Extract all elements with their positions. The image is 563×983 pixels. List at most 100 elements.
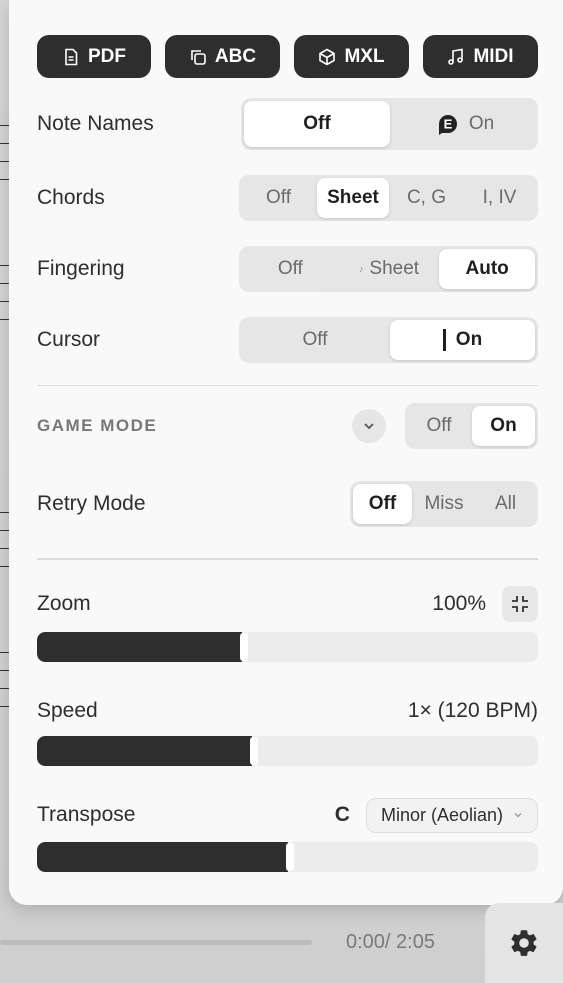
chevron-down-icon <box>514 813 522 818</box>
note-names-label: Note Names <box>37 112 154 135</box>
chevron-down-icon <box>364 423 374 430</box>
chords-letters-option[interactable]: C, G <box>391 178 462 218</box>
export-mxl-label: MXL <box>344 45 385 67</box>
export-abc-label: ABC <box>214 45 257 67</box>
retry-mode-off-label: Off <box>368 493 397 514</box>
fingering-sheet-label: Sheet <box>369 258 420 279</box>
fingering-row: Fingering Off ♪ Sheet Auto <box>37 246 538 292</box>
gear-icon <box>511 930 537 956</box>
fingering-toggle: Off ♪ Sheet Auto <box>239 246 538 292</box>
retry-mode-toggle: Off Miss All <box>350 481 538 527</box>
game-mode-toggle: Off On <box>405 403 538 449</box>
transpose-slider[interactable] <box>37 842 538 872</box>
fingering-auto-label: Auto <box>465 258 509 279</box>
speed-slider-thumb[interactable] <box>250 737 258 765</box>
transpose-key: C <box>334 803 350 826</box>
small-finger-icon: ♪ <box>358 264 364 274</box>
settings-panel: PDF ABC MXL MIDI Note Names Off E On Cho… <box>9 0 563 905</box>
note-names-toggle: Off E On <box>241 98 538 150</box>
cursor-row: Cursor Off On <box>37 317 538 363</box>
zoom-label: Zoom <box>37 592 91 615</box>
zoom-slider-fill <box>37 632 242 662</box>
cursor-bar-icon <box>442 329 446 351</box>
export-mxl-button[interactable]: MXL <box>294 35 409 78</box>
chords-roman-option[interactable]: I, IV <box>464 178 535 218</box>
game-mode-off-option[interactable]: Off <box>408 406 470 446</box>
chords-row: Chords Off Sheet C, G I, IV <box>37 175 538 221</box>
zoom-value: 100% <box>432 592 486 615</box>
transpose-slider-fill <box>37 842 288 872</box>
fingering-auto-option[interactable]: Auto <box>439 249 535 289</box>
scale-mode-dropdown[interactable]: Minor (Aeolian) <box>365 797 538 833</box>
transpose-row: Transpose C Minor (Aeolian) <box>37 797 538 833</box>
speed-row: Speed 1× (120 BPM) <box>37 694 538 728</box>
speed-label: Speed <box>37 699 98 722</box>
divider <box>37 558 538 560</box>
fingering-off-option[interactable]: Off <box>242 249 339 289</box>
playback-time: 0:00/ 2:05 <box>346 931 435 953</box>
retry-mode-all-label: All <box>494 493 517 514</box>
music-note-icon <box>448 48 464 65</box>
retry-mode-row: Retry Mode Off Miss All <box>37 481 538 527</box>
cursor-on-label: On <box>455 329 483 350</box>
transpose-controls: C Minor (Aeolian) <box>334 797 538 833</box>
divider <box>37 385 538 386</box>
note-names-off-option[interactable]: Off <box>244 101 390 147</box>
export-abc-button[interactable]: ABC <box>165 35 280 78</box>
collapse-arrows-icon <box>512 596 528 612</box>
game-mode-row: GAME MODE Off On <box>37 403 538 449</box>
transpose-label: Transpose <box>37 803 136 826</box>
note-names-on-option[interactable]: E On <box>392 101 535 147</box>
chords-off-label: Off <box>265 187 291 208</box>
retry-mode-miss-label: Miss <box>424 493 464 514</box>
zoom-controls: 100% <box>432 586 538 622</box>
note-names-row: Note Names Off E On <box>37 98 538 150</box>
chords-letters-label: C, G <box>406 187 447 208</box>
cursor-off-label: Off <box>302 329 328 350</box>
fingering-sheet-option[interactable]: ♪ Sheet <box>341 249 438 289</box>
game-mode-on-label: On <box>490 415 517 436</box>
note-names-on-label: On <box>468 113 495 134</box>
note-names-off-label: Off <box>303 113 331 134</box>
zoom-slider[interactable] <box>37 632 538 662</box>
cursor-on-option[interactable]: On <box>390 320 535 360</box>
fingering-label: Fingering <box>37 257 125 280</box>
chords-toggle: Off Sheet C, G I, IV <box>239 175 538 221</box>
game-mode-controls: Off On <box>352 403 538 449</box>
note-letter-badge-text: E <box>443 117 452 132</box>
retry-mode-miss-option[interactable]: Miss <box>414 484 474 524</box>
export-buttons: PDF ABC MXL MIDI <box>37 35 538 78</box>
export-pdf-button[interactable]: PDF <box>37 35 151 78</box>
chords-label: Chords <box>37 186 105 209</box>
game-mode-off-label: Off <box>426 415 452 436</box>
scale-mode-value: Minor (Aeolian) <box>380 804 503 825</box>
chords-sheet-option[interactable]: Sheet <box>316 178 389 218</box>
speed-slider-fill <box>37 736 252 766</box>
zoom-fit-button[interactable] <box>502 586 538 622</box>
retry-mode-label: Retry Mode <box>37 492 146 515</box>
zoom-slider-thumb[interactable] <box>240 633 248 661</box>
cube-icon <box>319 48 336 65</box>
chords-off-option[interactable]: Off <box>242 178 315 218</box>
cursor-toggle: Off On <box>239 317 538 363</box>
chords-roman-label: I, IV <box>482 187 517 208</box>
cursor-label: Cursor <box>37 328 101 351</box>
export-midi-label: MIDI <box>473 45 514 67</box>
playback-progress-bar[interactable] <box>0 940 312 945</box>
chords-sheet-label: Sheet <box>327 187 379 208</box>
retry-mode-all-option[interactable]: All <box>476 484 535 524</box>
cursor-off-option[interactable]: Off <box>242 320 388 360</box>
export-pdf-label: PDF <box>88 45 126 67</box>
speed-slider[interactable] <box>37 736 538 766</box>
transpose-slider-thumb[interactable] <box>286 843 294 871</box>
export-midi-button[interactable]: MIDI <box>423 35 538 78</box>
speed-value: 1× (120 BPM) <box>407 699 538 722</box>
game-mode-on-option[interactable]: On <box>472 406 535 446</box>
retry-mode-off-option[interactable]: Off <box>353 484 412 524</box>
document-icon <box>65 48 78 65</box>
game-mode-label: GAME MODE <box>37 416 158 435</box>
fingering-off-label: Off <box>277 258 303 279</box>
settings-button[interactable] <box>485 903 563 983</box>
game-mode-expand-button[interactable] <box>352 409 386 443</box>
zoom-row: Zoom 100% <box>37 586 538 622</box>
